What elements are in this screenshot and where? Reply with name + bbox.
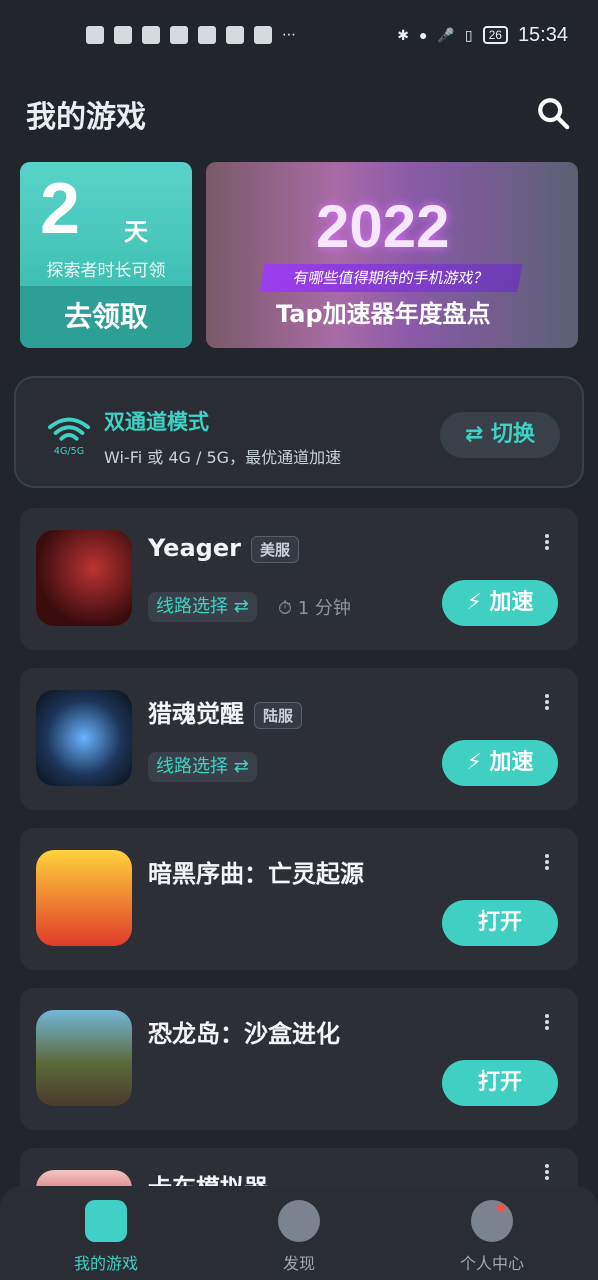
promo-banner[interactable]: 2022 有哪些值得期待的手机游戏？ Tap加速器年度盘点 [206, 162, 578, 348]
region-badge: 美服 [250, 535, 299, 563]
play-timer: ⏱ 1 分钟 [278, 598, 351, 619]
tab-label: 个人中心 [459, 1254, 524, 1273]
user-icon [471, 1200, 513, 1242]
app-icon [170, 26, 188, 44]
route-select-button[interactable]: 线路选择 ⇄ [148, 592, 257, 622]
dual-channel-title: 双通道模式 [104, 410, 209, 434]
more-options-icon[interactable] [544, 1012, 550, 1032]
globe-icon [226, 26, 244, 44]
search-icon[interactable] [536, 96, 570, 130]
wifi-label: 4G/5G [54, 446, 84, 456]
bluetooth-icon: ✱ [397, 26, 409, 43]
dual-channel-panel: 4G/5G 双通道模式 Wi-Fi 或 4G / 5G，最优通道加速 ⇄ 切换 [14, 376, 584, 488]
game-icon [36, 690, 132, 786]
more-icon: ⋯ [282, 27, 296, 43]
notification-dot [497, 1204, 505, 1212]
accelerate-button[interactable]: ⚡ 加速 [442, 580, 558, 626]
bottom-navigation: 我的游戏 发现 个人中心 [0, 1186, 598, 1280]
tab-label: 发现 [282, 1254, 315, 1273]
dual-channel-subtitle: Wi-Fi 或 4G / 5G，最优通道加速 [104, 448, 342, 467]
game-name: 猎魂觉醒 陆服 [148, 694, 303, 729]
game-icon [36, 1010, 132, 1106]
open-button[interactable]: 打开 [442, 1060, 558, 1106]
shield-icon [198, 26, 216, 44]
banner-slogan: Tap加速器年度盘点 [276, 300, 491, 328]
reward-days: 2 [40, 169, 81, 249]
video-icon [142, 26, 160, 44]
game-title: 猎魂觉醒 [148, 700, 244, 728]
game-icon [36, 850, 132, 946]
game-card[interactable]: 猎魂觉醒 陆服 线路选择 ⇄ ⚡ 加速 [20, 668, 578, 810]
battery-indicator: 26 [482, 26, 508, 44]
switch-button[interactable]: ⇄ 切换 [440, 412, 560, 458]
status-left-icons: ⋯ [86, 26, 296, 44]
open-button[interactable]: 打开 [442, 900, 558, 946]
vibrate-icon: ▯ [464, 26, 473, 43]
more-options-icon[interactable] [544, 692, 550, 712]
reward-description: 探索者时长可领 [46, 261, 166, 281]
game-icon [36, 530, 132, 626]
page-title: 我的游戏 [26, 100, 146, 135]
banner-question: 有哪些值得期待的手机游戏？ [259, 264, 523, 292]
location-icon: ● [418, 27, 428, 43]
game-card[interactable]: 暗黑序曲：亡灵起源 打开 [20, 828, 578, 970]
game-name: 恐龙岛：沙盒进化 [148, 1020, 340, 1048]
planet-icon [278, 1200, 320, 1242]
tab-label: 我的游戏 [73, 1254, 138, 1273]
mic-icon: 🎤 [437, 26, 455, 43]
reward-unit: 天 [124, 218, 148, 246]
game-title: Yeager [148, 534, 241, 562]
more-options-icon[interactable] [544, 1162, 550, 1182]
more-options-icon[interactable] [544, 532, 550, 552]
game-card[interactable]: 恐龙岛：沙盒进化 打开 [20, 988, 578, 1130]
reward-card[interactable]: 2 天 探索者时长可领 去领取 [20, 162, 192, 348]
claim-button[interactable]: 去领取 [20, 286, 192, 348]
qq-icon [254, 26, 272, 44]
gamepad-icon [85, 1200, 127, 1242]
status-right: ✱ ● 🎤 ▯ 26 15:34 [397, 24, 568, 47]
wifi-icon [114, 26, 132, 44]
tab-profile[interactable]: 个人中心 [412, 1200, 572, 1274]
region-badge: 陆服 [254, 701, 303, 729]
route-select-button[interactable]: 线路选择 ⇄ [148, 752, 257, 782]
wifi-icon: 4G/5G [47, 417, 91, 456]
accelerate-button[interactable]: ⚡ 加速 [442, 740, 558, 786]
banner-year: 2022 [316, 193, 450, 260]
game-card[interactable]: Yeager 美服 线路选择 ⇄ ⏱ 1 分钟 ⚡ 加速 [20, 508, 578, 650]
game-name: Yeager 美服 [148, 534, 299, 563]
tab-my-games[interactable]: 我的游戏 [26, 1200, 186, 1274]
clock: 15:34 [517, 23, 568, 46]
more-options-icon[interactable] [544, 852, 550, 872]
status-bar: ⋯ ✱ ● 🎤 ▯ 26 15:34 [0, 0, 598, 70]
notification-icon [86, 26, 104, 44]
tab-discover[interactable]: 发现 [219, 1200, 379, 1274]
game-name: 暗黑序曲：亡灵起源 [148, 860, 364, 888]
